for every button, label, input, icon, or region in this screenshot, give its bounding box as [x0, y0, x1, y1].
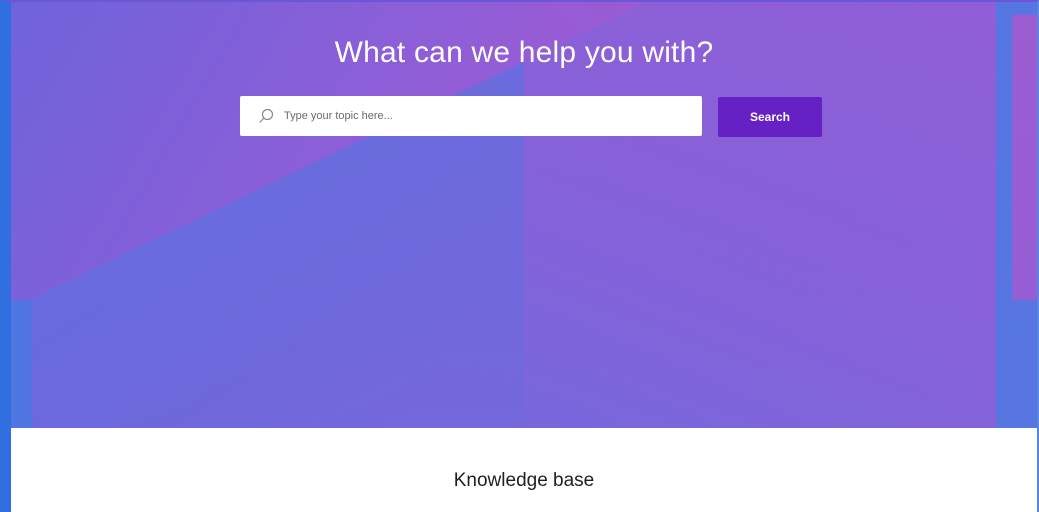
page-frame: What can we help you with? Search Knowle… — [0, 0, 1039, 512]
search-icon — [256, 106, 276, 126]
hero-banner: What can we help you with? Search — [11, 2, 1037, 428]
hero-headline: What can we help you with? — [334, 36, 714, 69]
search-input[interactable] — [284, 101, 684, 131]
main-content: Knowledge base — [11, 428, 1037, 512]
section-title: Knowledge base — [453, 470, 595, 491]
search-box[interactable] — [240, 96, 702, 136]
search-button[interactable]: Search — [718, 97, 822, 137]
